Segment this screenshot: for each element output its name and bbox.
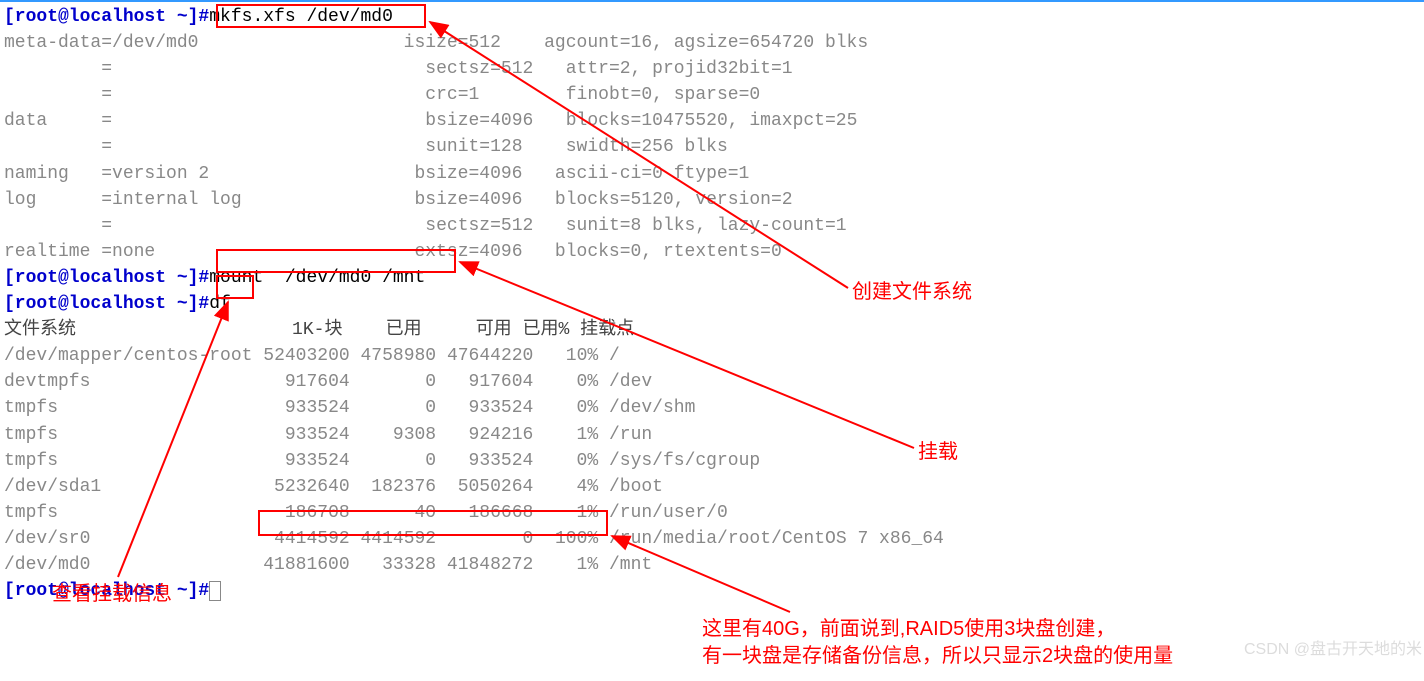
df-row: tmpfs 933524 0 933524 0% /sys/fs/cgroup [4, 451, 760, 471]
annotation-create-fs: 创建文件系统 [852, 278, 972, 307]
prompt: [root@localhost ~]# [4, 294, 209, 314]
prompt: [root@localhost ~]# [4, 7, 209, 27]
highlight-box-md0-size [258, 510, 608, 536]
df-row: /dev/mapper/centos-root 52403200 4758980… [4, 346, 620, 366]
watermark: CSDN @盘古开天地的米 [1244, 638, 1422, 661]
highlight-box-df [216, 275, 254, 299]
cursor[interactable] [209, 581, 221, 601]
df-row: /dev/md0 41881600 33328 41848272 1% /mnt [4, 555, 652, 575]
annotation-view-mount: 查看挂载信息 [52, 580, 172, 609]
annotation-raid-note-2: 有一块盘是存储备份信息，所以只显示2块盘的使用量 [702, 642, 1173, 671]
annotation-mount: 挂载 [918, 438, 958, 467]
highlight-box-mkfs [216, 4, 426, 28]
df-row: tmpfs 933524 0 933524 0% /dev/shm [4, 398, 695, 418]
highlight-box-mount [216, 249, 456, 273]
df-row: tmpfs 933524 9308 924216 1% /run [4, 425, 652, 445]
annotation-raid-note-1: 这里有40G，前面说到,RAID5使用3块盘创建， [702, 615, 1115, 644]
prompt: [root@localhost ~]# [4, 268, 209, 288]
df-row: devtmpfs 917604 0 917604 0% /dev [4, 372, 652, 392]
df-row: /dev/sda1 5232640 182376 5050264 4% /boo… [4, 477, 663, 497]
df-header: 文件系统 1K-块 已用 可用 已用% 挂载点 [4, 320, 634, 340]
terminal-output: [root@localhost ~]#mkfs.xfs /dev/md0 met… [4, 4, 1424, 604]
